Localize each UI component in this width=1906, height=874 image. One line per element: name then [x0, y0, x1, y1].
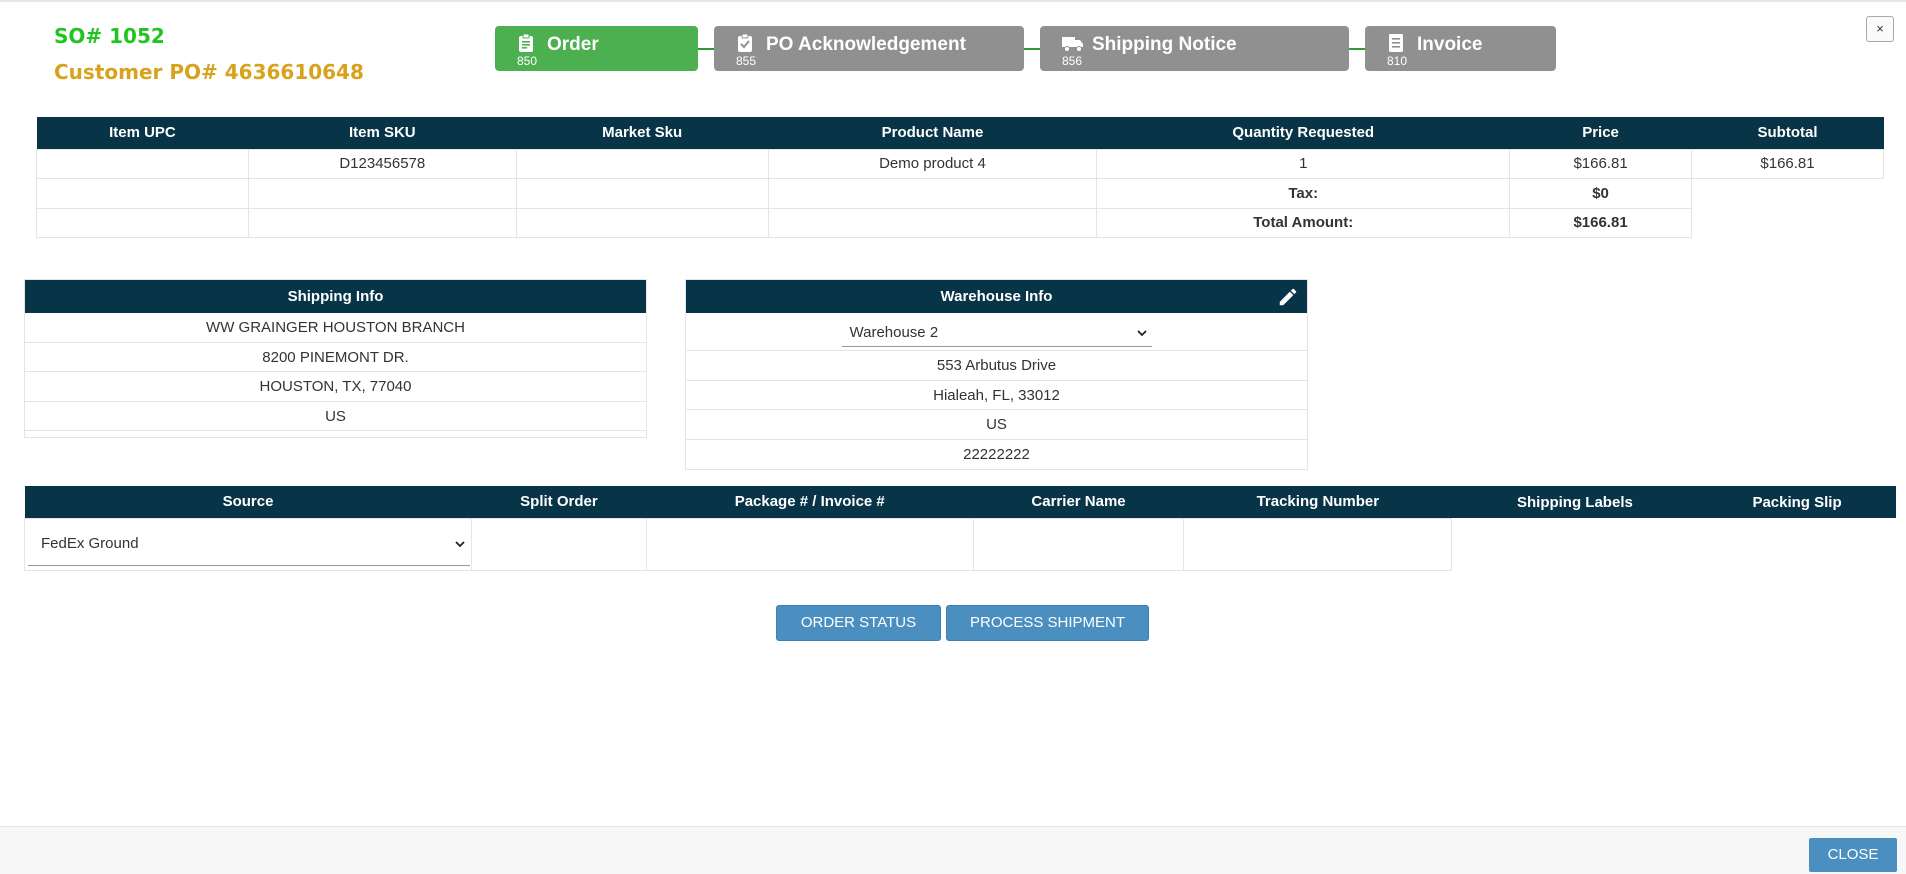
- so-number: SO# 1052: [54, 24, 165, 48]
- chevron-down-icon: [455, 540, 465, 547]
- step-label: Shipping Notice: [1092, 34, 1237, 55]
- step-shipping-notice[interactable]: Shipping Notice 856: [1040, 26, 1349, 71]
- source-select[interactable]: FedEx Ground: [28, 522, 470, 566]
- table-row: D123456578 Demo product 4 1 $166.81 $166…: [36, 148, 1884, 179]
- item-sku: D123456578: [247, 148, 517, 179]
- col-price: Price: [1509, 117, 1692, 149]
- step-count: 850: [517, 54, 538, 68]
- col-packing-slip: Packing Slip: [1698, 486, 1896, 518]
- empty-cell: [36, 207, 249, 238]
- process-shipment-button[interactable]: PROCESS SHIPMENT: [946, 605, 1149, 641]
- warehouse-info-header: Warehouse Info: [686, 280, 1307, 313]
- total-row: Total Amount: $166.81: [36, 207, 1884, 238]
- carrier-name-cell[interactable]: [972, 517, 1185, 571]
- pencil-icon[interactable]: [1277, 286, 1299, 308]
- empty-cell: [1692, 179, 1884, 209]
- empty-cell: [36, 178, 249, 209]
- clipboard-check-icon: [738, 33, 752, 52]
- warehouse-address-line: US: [686, 410, 1307, 440]
- warehouse-select-value: Warehouse 2: [849, 324, 939, 341]
- price: $166.81: [1509, 148, 1693, 179]
- warehouse-address-line: 553 Arbutus Drive: [686, 351, 1307, 381]
- empty-cell: [247, 207, 517, 238]
- empty-cell: [767, 207, 1098, 238]
- step-po-acknowledgement[interactable]: PO Acknowledgement 855: [714, 26, 1024, 71]
- clipboard-icon: [519, 33, 533, 52]
- total-amount-value: $166.81: [1509, 207, 1693, 238]
- step-invoice[interactable]: Invoice 810: [1365, 26, 1556, 71]
- modal-top-border: [0, 0, 1906, 2]
- shipment-table: Source Split Order Package # / Invoice #…: [24, 486, 1896, 571]
- step-count: 855: [736, 54, 757, 68]
- step-order[interactable]: Order 850: [495, 26, 698, 71]
- empty-cell: [515, 207, 769, 238]
- step-count: 810: [1387, 54, 1408, 68]
- warehouse-info-panel: Warehouse Info Warehouse 2 553 Arbutus D…: [685, 279, 1308, 470]
- table-header-row: Source Split Order Package # / Invoice #…: [24, 486, 1896, 518]
- col-split-order: Split Order: [471, 486, 647, 518]
- col-subtotal: Subtotal: [1691, 117, 1884, 149]
- order-status-button[interactable]: ORDER STATUS: [776, 605, 941, 641]
- shipping-info-title: Shipping Info: [25, 280, 646, 313]
- shipping-labels-cell: [1452, 518, 1699, 570]
- tax-row: Tax: $0: [36, 178, 1884, 209]
- close-button[interactable]: CLOSE: [1809, 838, 1897, 872]
- step-label: Order: [547, 34, 599, 55]
- package-invoice-cell[interactable]: [645, 517, 974, 571]
- source-cell: FedEx Ground: [24, 517, 472, 571]
- item-upc: [36, 148, 249, 179]
- quantity-requested: 1: [1096, 148, 1511, 179]
- tax-value: $0: [1509, 178, 1693, 209]
- col-package-invoice: Package # / Invoice #: [646, 486, 974, 518]
- split-order-cell[interactable]: [470, 517, 647, 571]
- col-carrier-name: Carrier Name: [973, 486, 1184, 518]
- step-connector: [698, 48, 714, 50]
- source-select-value: FedEx Ground: [41, 535, 139, 552]
- market-sku: [515, 148, 769, 179]
- step-label: PO Acknowledgement: [766, 34, 966, 55]
- step-count: 856: [1062, 54, 1083, 68]
- total-amount-label: Total Amount:: [1096, 207, 1511, 238]
- warehouse-address-line: Hialeah, FL, 33012: [686, 381, 1307, 410]
- col-product-name: Product Name: [768, 117, 1097, 149]
- col-item-upc: Item UPC: [36, 117, 249, 149]
- subtotal: $166.81: [1691, 148, 1884, 179]
- truck-icon: [1062, 37, 1083, 52]
- step-connector: [1349, 48, 1365, 50]
- chevron-down-icon: [1136, 329, 1147, 336]
- empty-cell: [1692, 208, 1884, 238]
- empty-cell: [767, 178, 1098, 209]
- col-market-sku: Market Sku: [516, 117, 769, 149]
- customer-po-number: Customer PO# 4636610648: [54, 60, 364, 84]
- shipping-address-line: US: [25, 402, 646, 431]
- tax-label: Tax:: [1096, 178, 1511, 209]
- col-item-sku: Item SKU: [248, 117, 517, 149]
- panel-spacer: [25, 431, 646, 437]
- warehouse-phone: 22222222: [963, 445, 1030, 463]
- step-label: Invoice: [1417, 34, 1483, 55]
- col-shipping-labels: Shipping Labels: [1451, 486, 1699, 518]
- warehouse-info-title: Warehouse Info: [940, 288, 1053, 305]
- empty-cell: [515, 178, 769, 209]
- modal-footer: [0, 826, 1906, 874]
- product-name: Demo product 4: [767, 148, 1098, 179]
- table-header-row: Item UPC Item SKU Market Sku Product Nam…: [36, 117, 1884, 149]
- col-source: Source: [24, 486, 472, 518]
- warehouse-select[interactable]: Warehouse 2: [841, 319, 1152, 347]
- empty-cell: [247, 178, 517, 209]
- shipping-address-line: HOUSTON, TX, 77040: [25, 372, 646, 402]
- order-items-table: Item UPC Item SKU Market Sku Product Nam…: [36, 117, 1884, 238]
- close-icon[interactable]: ×: [1866, 16, 1894, 42]
- warehouse-select-row: Warehouse 2: [686, 313, 1307, 351]
- shipping-address-line: WW GRAINGER HOUSTON BRANCH: [25, 313, 646, 343]
- shipping-address-line: 8200 PINEMONT DR.: [25, 343, 646, 372]
- col-quantity-requested: Quantity Requested: [1096, 117, 1510, 149]
- packing-slip-cell: [1699, 518, 1896, 570]
- tracking-number-cell[interactable]: [1183, 517, 1453, 571]
- col-tracking-number: Tracking Number: [1183, 486, 1452, 518]
- shipping-info-panel: Shipping Info WW GRAINGER HOUSTON BRANCH…: [24, 279, 647, 438]
- table-row: FedEx Ground: [24, 517, 1896, 571]
- document-icon: [1389, 34, 1403, 52]
- step-connector: [1024, 48, 1040, 50]
